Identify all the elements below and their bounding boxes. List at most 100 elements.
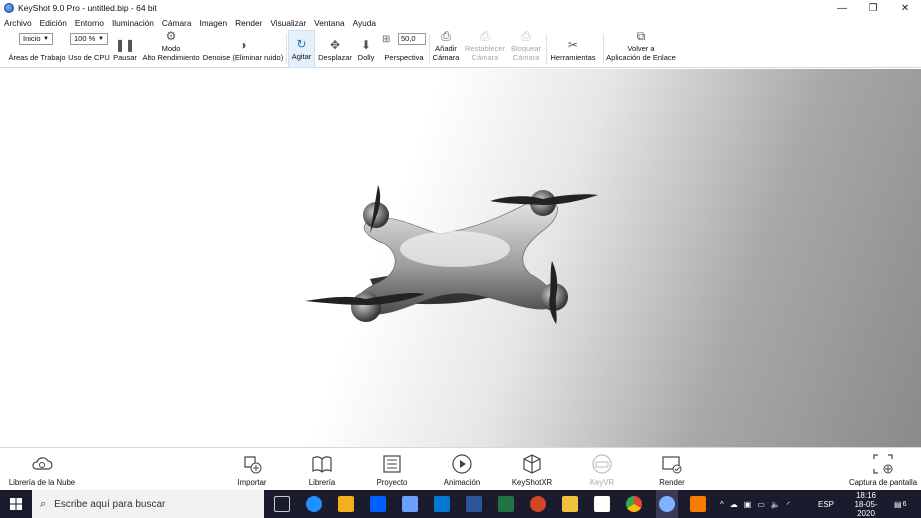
pan-button[interactable]: ✥ Desplazar <box>317 30 353 68</box>
tumble-button[interactable]: ↻ Agitar <box>288 30 315 68</box>
move-icon: ✥ <box>329 37 341 52</box>
fusion-icon[interactable] <box>690 496 706 512</box>
screenshot-button[interactable]: Captura de pantalla <box>846 448 920 491</box>
menu-ayuda[interactable]: Ayuda <box>353 18 376 28</box>
bottom-toolbar: Librería de la Nube Importar Librería Pr… <box>0 447 921 490</box>
separator <box>546 34 547 64</box>
windows-start-icon[interactable] <box>10 498 22 510</box>
battery-icon[interactable]: ▭ <box>757 500 765 509</box>
ribbon-toolbar: Inicio ▼ Áreas de Trabajo 100 % ▼ Uso de C… <box>0 30 921 68</box>
chevron-up-icon[interactable]: ^ <box>720 500 724 509</box>
task-view-icon[interactable] <box>274 496 290 512</box>
separator <box>286 34 287 64</box>
import-icon <box>244 456 262 474</box>
camera-reset-icon: ⎙ <box>480 29 490 43</box>
pause-icon: ❚❚ <box>114 37 136 52</box>
notification-icon: ▤ <box>894 499 902 509</box>
project-button[interactable]: Proyecto <box>372 448 412 491</box>
cloud-tray-icon[interactable]: ☁ <box>730 500 738 509</box>
search-icon: ⌕ <box>40 497 47 510</box>
dolly-button[interactable]: ⬇ Dolly <box>355 30 377 68</box>
link-application-button[interactable]: ⧉ Volver a Aplicación de Enlace <box>606 30 676 68</box>
list-icon <box>383 455 401 473</box>
clock-time: 18:16 <box>855 490 877 500</box>
edge-icon[interactable] <box>306 496 322 512</box>
network-icon[interactable]: ▣ <box>744 500 752 509</box>
volume-icon[interactable]: 🔈 <box>771 500 781 509</box>
pause-button[interactable]: ❚❚ Pausar <box>112 30 138 68</box>
menu-render[interactable]: Render <box>235 18 262 28</box>
mail-icon[interactable] <box>434 496 450 512</box>
drone-model <box>305 185 598 324</box>
perspective-label: Perspectiva <box>384 52 424 62</box>
keyshotxr-button[interactable]: KeyShotXR <box>510 448 554 491</box>
screenshot-icon <box>873 454 893 474</box>
render-viewport[interactable] <box>0 69 921 447</box>
lock-camera-button[interactable]: ⎙ Bloquear Cámara <box>508 30 544 68</box>
chrome-icon[interactable] <box>626 496 642 512</box>
cpu-usage-group: Uso de CPU <box>68 30 110 68</box>
wifi-icon[interactable]: ◜ <box>787 500 790 509</box>
render-icon <box>662 456 682 474</box>
link-icon: ⧉ <box>636 29 646 43</box>
reset-camera-button[interactable]: ⎙ Restablecer Cámara <box>464 30 506 68</box>
performance-icon: ⚙ <box>165 29 177 43</box>
notification-count: 6 <box>902 500 907 508</box>
arrow-down-icon: ⬇ <box>360 37 372 52</box>
camera-plus-icon: ⎙ <box>441 29 451 43</box>
app-icon[interactable] <box>402 496 418 512</box>
animation-button[interactable]: Animación <box>440 448 484 491</box>
menu-imagen[interactable]: Imagen <box>199 18 227 28</box>
restore-button[interactable]: ❐ <box>857 0 889 16</box>
file-explorer-icon[interactable] <box>562 496 578 512</box>
minimize-button[interactable]: — <box>826 0 858 16</box>
document-icon[interactable] <box>594 496 610 512</box>
clock[interactable]: 18:16 18-05-2020 <box>846 490 886 518</box>
menu-ventana[interactable]: Ventana <box>314 18 344 28</box>
camera-lock-icon: ⎙ <box>521 29 531 43</box>
powerpoint-icon[interactable] <box>530 496 546 512</box>
separator <box>429 34 430 64</box>
search-placeholder: Escribe aquí para buscar <box>54 498 166 510</box>
rotate-icon: ↻ <box>296 36 307 51</box>
import-button[interactable]: Importar <box>230 448 274 491</box>
keyshot-taskbar-icon[interactable] <box>659 496 675 512</box>
window-title: KeyShot 9.0 Pro - untitled.bip - 64 bit <box>18 3 157 13</box>
menu-camara[interactable]: Cámara <box>162 18 192 28</box>
cloud-library-button[interactable]: Librería de la Nube <box>6 448 78 491</box>
taskbar-search[interactable]: ⌕ Escribe aquí para buscar <box>32 490 264 518</box>
render-button[interactable]: Render <box>652 448 692 491</box>
excel-icon[interactable] <box>498 496 514 512</box>
notification-center[interactable]: ▤ 6 <box>894 490 906 518</box>
cube-icon <box>523 454 541 474</box>
high-performance-button[interactable]: ⚙ Modo Alto Rendimiento <box>141 30 201 68</box>
store-icon[interactable] <box>338 496 354 512</box>
keyvr-button[interactable]: KeyVR <box>584 448 620 491</box>
library-button[interactable]: Librería <box>302 448 342 491</box>
play-icon <box>452 454 472 474</box>
denoise-icon: ◑ <box>239 37 247 52</box>
workspaces-group: Áreas de Trabajo <box>6 30 68 68</box>
menu-edicion[interactable]: Edición <box>40 18 67 28</box>
book-icon <box>312 456 332 473</box>
perspective-group: Perspectiva <box>381 30 427 68</box>
close-button[interactable]: ✕ <box>889 0 921 16</box>
keyshot-app-icon <box>4 3 14 13</box>
windows-taskbar: ⌕ Escribe aquí para buscar ^ ☁ ▣ ▭ 🔈 ◜ E… <box>0 490 921 518</box>
menu-bar: Archivo Edición Entorno Iluminación Cáma… <box>0 16 921 30</box>
title-bar: KeyShot 9.0 Pro - untitled.bip - 64 bit <box>0 0 921 16</box>
language-indicator[interactable]: ESP <box>818 490 834 518</box>
tools-button[interactable]: ✂ Herramientas <box>548 30 598 68</box>
word-icon[interactable] <box>466 496 482 512</box>
workspaces-label: Áreas de Trabajo <box>8 52 66 62</box>
clock-date: 18-05-2020 <box>854 499 878 518</box>
add-camera-button[interactable]: ⎙ Añadir Cámara <box>431 30 461 68</box>
menu-entorno[interactable]: Entorno <box>75 18 104 28</box>
dropbox-icon[interactable] <box>370 496 386 512</box>
menu-archivo[interactable]: Archivo <box>4 18 32 28</box>
menu-iluminacion[interactable]: Iluminación <box>112 18 154 28</box>
separator <box>603 34 604 64</box>
denoise-button[interactable]: ◑ Denoise (Eliminar ruido) <box>203 30 283 68</box>
cloud-icon <box>32 457 53 470</box>
menu-visualizar[interactable]: Visualizar <box>270 18 306 28</box>
